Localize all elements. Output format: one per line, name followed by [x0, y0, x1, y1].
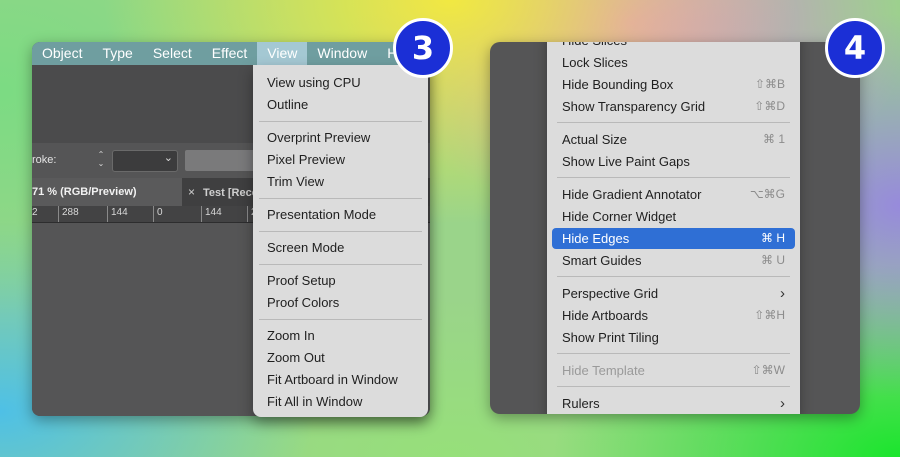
menu-item-fit-artboard[interactable]: Fit Artboard in Window — [267, 372, 398, 388]
step-badge-4: 4 — [825, 18, 885, 78]
shortcut-label: ⌘ H — [761, 231, 785, 245]
ruler-label: 0 — [157, 207, 163, 218]
shortcut-label: ⇧⌘B — [754, 77, 785, 91]
menu-separator — [259, 231, 422, 232]
menu-item-presentation-mode[interactable]: Presentation Mode — [267, 207, 376, 223]
menu-item-perspective-grid[interactable]: Perspective Grid › — [552, 283, 795, 304]
menu-separator — [557, 276, 790, 277]
menu-separator — [557, 353, 790, 354]
menu-separator — [259, 121, 422, 122]
menu-separator — [259, 264, 422, 265]
document-tab-label: 71 % (RGB/Preview) — [32, 186, 137, 198]
menu-item-trim-view[interactable]: Trim View — [267, 174, 324, 190]
ruler-label: 144 — [205, 207, 222, 218]
menu-select[interactable]: Select — [143, 42, 202, 65]
view-menu-dropdown-expanded: Hide Slices Lock Slices Hide Bounding Bo… — [547, 42, 800, 414]
ruler-tick — [247, 206, 248, 222]
menu-item-zoom-in[interactable]: Zoom In — [267, 328, 315, 344]
menu-item-rulers[interactable]: Rulers › — [552, 393, 795, 414]
stepper-down-icon[interactable]: ⌄ — [94, 159, 108, 168]
menu-object[interactable]: Object — [32, 42, 92, 65]
menu-separator — [557, 386, 790, 387]
shortcut-label: ⌘ 1 — [762, 132, 785, 146]
menu-window[interactable]: Window — [307, 42, 377, 65]
ruler-label: 2 — [32, 207, 38, 218]
menu-item-screen-mode[interactable]: Screen Mode — [267, 240, 344, 256]
menu-item-show-live-paint-gaps[interactable]: Show Live Paint Gaps — [552, 151, 795, 172]
menu-item-fit-all[interactable]: Fit All in Window — [267, 394, 362, 410]
ruler-tick — [201, 206, 202, 222]
stroke-label: roke: — [32, 154, 57, 166]
menu-separator — [557, 177, 790, 178]
shortcut-label: ⌘ U — [761, 253, 785, 267]
shortcut-label: ⇧⌘H — [754, 308, 785, 322]
chevron-right-icon: › — [780, 285, 785, 302]
illustrator-window-right: Hide Slices Lock Slices Hide Bounding Bo… — [490, 42, 860, 414]
ruler-label: 288 — [62, 207, 79, 218]
menu-separator — [259, 319, 422, 320]
ruler-label: 144 — [111, 207, 128, 218]
ruler-tick — [58, 206, 59, 222]
menu-item-outline[interactable]: Outline — [267, 97, 308, 113]
menu-item-hide-slices[interactable]: Hide Slices — [552, 42, 795, 51]
menu-item-hide-gradient-annotator[interactable]: Hide Gradient Annotator ⌥⌘G — [552, 184, 795, 205]
menu-item-zoom-out[interactable]: Zoom Out — [267, 350, 325, 366]
document-tab-active[interactable]: 71 % (RGB/Preview) — [32, 178, 182, 206]
stroke-weight-select[interactable]: ⌄ — [112, 150, 178, 172]
menu-item-hide-edges[interactable]: Hide Edges ⌘ H — [552, 228, 795, 249]
menu-item-overprint-preview[interactable]: Overprint Preview — [267, 130, 370, 146]
menu-effect[interactable]: Effect — [202, 42, 258, 65]
menu-item-show-transparency-grid[interactable]: Show Transparency Grid ⇧⌘D — [552, 96, 795, 117]
chevron-right-icon: › — [780, 395, 785, 412]
menu-item-hide-template: Hide Template ⇧⌘W — [552, 360, 795, 381]
menu-separator — [557, 122, 790, 123]
menu-item-view-using-cpu[interactable]: View using CPU — [267, 75, 361, 91]
menu-item-show-print-tiling[interactable]: Show Print Tiling — [552, 327, 795, 348]
chevron-down-icon: ⌄ — [163, 152, 173, 164]
menu-view[interactable]: View — [257, 42, 308, 65]
menu-item-hide-bounding-box[interactable]: Hide Bounding Box ⇧⌘B — [552, 74, 795, 95]
view-menu-dropdown: View using CPU Outline Overprint Preview… — [253, 65, 428, 417]
shortcut-label: ⌥⌘G — [749, 187, 785, 201]
ruler-tick — [153, 206, 154, 222]
menu-item-hide-corner-widget[interactable]: Hide Corner Widget — [552, 206, 795, 227]
menu-item-pixel-preview[interactable]: Pixel Preview — [267, 152, 345, 168]
close-icon[interactable]: × — [188, 185, 195, 199]
shortcut-label: ⇧⌘D — [754, 99, 785, 113]
menu-item-hide-artboards[interactable]: Hide Artboards ⇧⌘H — [552, 305, 795, 326]
menu-type[interactable]: Type — [92, 42, 142, 65]
shortcut-label: ⇧⌘W — [751, 363, 785, 377]
menu-item-smart-guides[interactable]: Smart Guides ⌘ U — [552, 250, 795, 271]
menu-item-lock-slices[interactable]: Lock Slices — [552, 52, 795, 73]
menu-item-proof-colors[interactable]: Proof Colors — [267, 295, 339, 311]
menu-item-proof-setup[interactable]: Proof Setup — [267, 273, 336, 289]
menu-separator — [259, 198, 422, 199]
step-badge-3: 3 — [393, 18, 453, 78]
stepper-up-icon[interactable]: ⌃ — [94, 150, 108, 159]
menu-bar: Object Type Select Effect View Window H — [32, 42, 430, 65]
ruler-tick — [107, 206, 108, 222]
stroke-stepper[interactable]: ⌃ ⌄ — [94, 150, 108, 170]
menu-item-actual-size[interactable]: Actual Size ⌘ 1 — [552, 129, 795, 150]
